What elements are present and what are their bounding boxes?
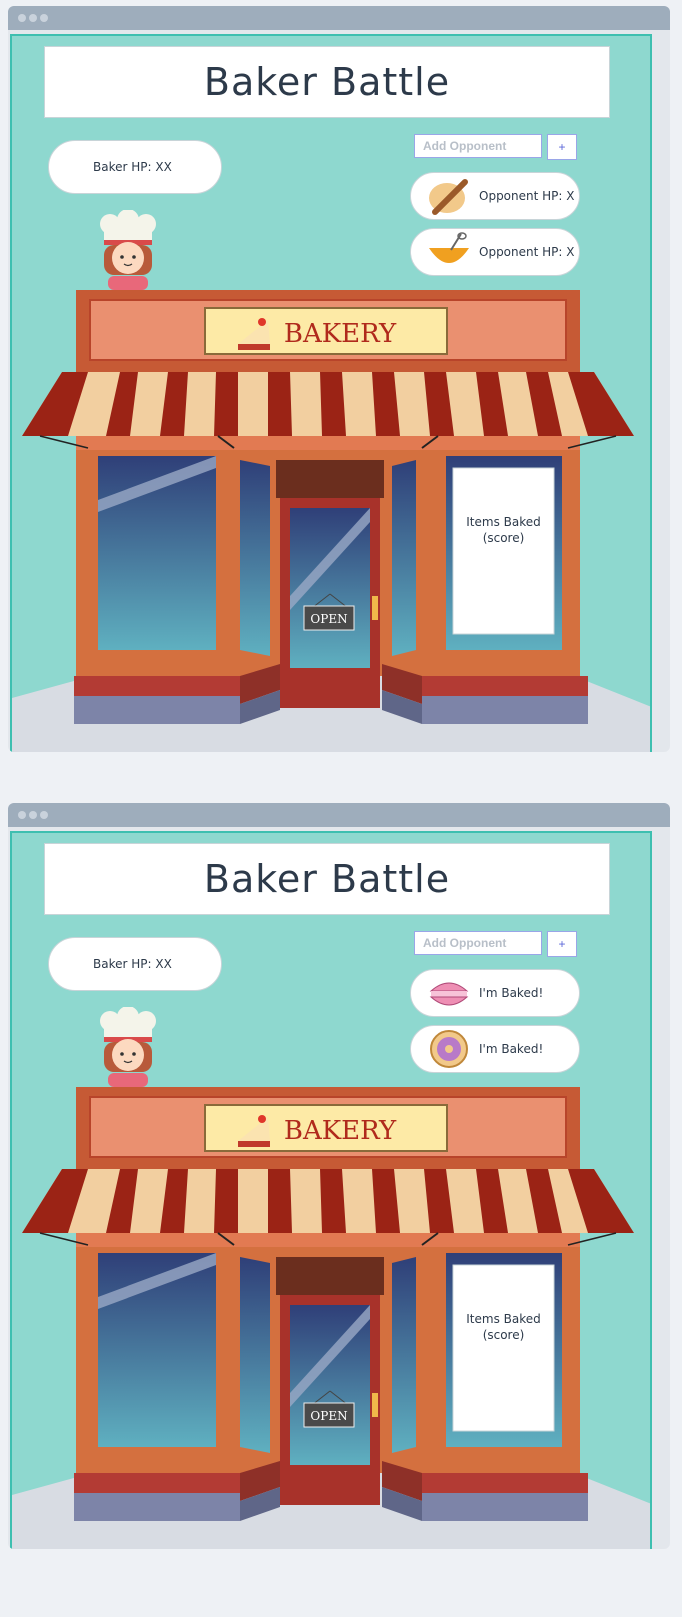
open-sign-text: OPEN — [310, 1409, 347, 1423]
open-sign-text: OPEN — [310, 612, 347, 626]
window-dot — [40, 811, 48, 819]
opponent-hp-text: Opponent HP: X — [479, 245, 575, 259]
score-line-1: Items Baked — [466, 515, 541, 529]
opponent-card: Opponent HP: X — [410, 228, 580, 276]
pie-icon — [430, 1030, 468, 1068]
baker-hp-text: Baker HP: XX — [93, 957, 172, 971]
window-dot — [18, 811, 26, 819]
browser-window: BAKERY OPEN Baker Battle Baker HP: XX Ad… — [8, 803, 670, 1549]
page-title: Baker Battle — [203, 857, 451, 901]
game-viewport: BAKERY OPEN Baker Battle Baker HP: XX Ad… — [10, 34, 652, 752]
baker-hp-badge: Baker HP: XX — [48, 937, 222, 991]
page-title: Baker Battle — [203, 60, 451, 104]
window-dot — [18, 14, 26, 22]
macaron-icon — [429, 982, 469, 1006]
chef-avatar — [100, 210, 156, 290]
mixing-bowl-icon — [429, 232, 469, 263]
bakery-sign-text: BAKERY — [284, 319, 397, 349]
add-opponent-input[interactable] — [414, 931, 542, 955]
title-box: Baker Battle — [44, 46, 610, 118]
baker-hp-badge: Baker HP: XX — [48, 140, 222, 194]
baker-hp-text: Baker HP: XX — [93, 160, 172, 174]
score-line-2: (score) — [482, 1328, 525, 1342]
window-titlebar — [8, 803, 670, 827]
opponent-hp-text: Opponent HP: X — [479, 189, 575, 203]
window-dot — [29, 14, 37, 22]
opponent-card: Opponent HP: X — [410, 172, 580, 220]
window-dot — [40, 14, 48, 22]
window-titlebar — [8, 6, 670, 30]
chef-avatar — [100, 1007, 156, 1087]
add-opponent-button[interactable]: + — [547, 931, 577, 957]
game-viewport: BAKERY OPEN Baker Battle Baker HP: XX Ad… — [10, 831, 652, 1549]
rolling-pin-icon — [429, 179, 468, 215]
browser-window: BAKERY OPEN Baker Battle Baker HP: XX Ad… — [8, 6, 670, 752]
opponent-card: I'm Baked! — [410, 1025, 580, 1073]
opponent-status-text: I'm Baked! — [479, 986, 544, 1000]
score-line-2: (score) — [482, 531, 525, 545]
add-opponent-button[interactable]: + — [547, 134, 577, 160]
score-line-1: Items Baked — [466, 1312, 541, 1326]
bakery-sign-text: BAKERY — [284, 1116, 397, 1146]
add-opponent-input[interactable] — [414, 134, 542, 158]
window-dot — [29, 811, 37, 819]
opponent-card: I'm Baked! — [410, 969, 580, 1017]
opponent-status-text: I'm Baked! — [479, 1042, 544, 1056]
title-box: Baker Battle — [44, 843, 610, 915]
